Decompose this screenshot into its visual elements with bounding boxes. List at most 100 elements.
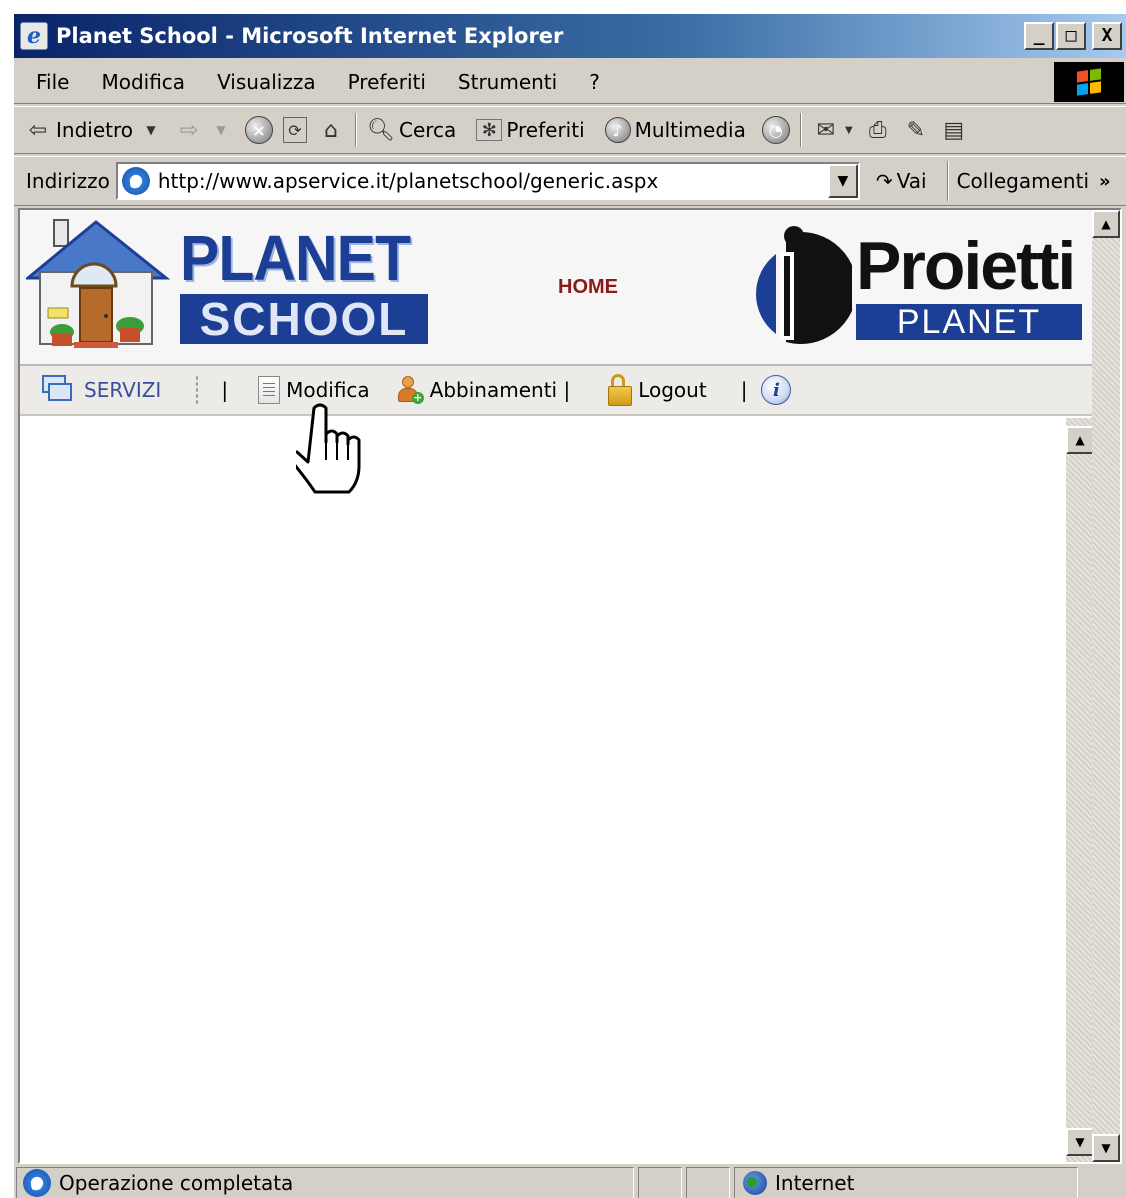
- browser-window: e Planet School - Microsoft Internet Exp…: [12, 12, 1126, 1198]
- logout-link[interactable]: Logout: [608, 374, 707, 406]
- forward-button[interactable]: ⇨ ▼: [175, 116, 235, 144]
- planet-school-logo: PLANET SCHOOL: [180, 226, 440, 346]
- triangle-down-icon: ▼: [1101, 1141, 1111, 1155]
- logo-planet-text: PLANET: [180, 222, 411, 294]
- toolbar-separator: [946, 161, 949, 201]
- refresh-button[interactable]: ⟳: [283, 117, 307, 143]
- abbinamenti-label: Abbinamenti |: [429, 378, 571, 402]
- logout-label: Logout: [638, 378, 707, 402]
- abbinamenti-link[interactable]: + Abbinamenti |: [396, 376, 571, 404]
- proietti-planet-logo: Proietti PLANET: [736, 224, 1086, 348]
- print-button[interactable]: ⎙: [864, 116, 892, 144]
- info-icon[interactable]: i: [761, 375, 792, 405]
- site-header: PLANET SCHOOL HOME Proietti PLANET: [20, 210, 1094, 366]
- address-input[interactable]: e http://www.apservice.it/planetschool/g…: [115, 162, 860, 200]
- triangle-up-icon: ▲: [1101, 217, 1111, 231]
- proietti-emblem-icon: [756, 226, 852, 344]
- triangle-down-icon: ▼: [1075, 1135, 1085, 1149]
- address-label: Indirizzo: [26, 169, 110, 193]
- minimize-button[interactable]: _: [1024, 22, 1054, 50]
- logo-school-box: SCHOOL: [180, 294, 428, 344]
- edit-icon: ✎: [906, 117, 926, 143]
- servizi-label: SERVIZI: [84, 378, 162, 402]
- page-scrollbar[interactable]: ▲ ▼: [1092, 210, 1120, 1162]
- go-button[interactable]: ↷ Vai: [876, 169, 927, 193]
- address-url[interactable]: http://www.apservice.it/planetschool/gen…: [158, 169, 658, 193]
- favorites-button[interactable]: ✻ Preferiti: [476, 118, 585, 142]
- favorites-label: Preferiti: [506, 118, 585, 142]
- page-viewport: PLANET SCHOOL HOME Proietti PLANET SERVI…: [18, 208, 1122, 1164]
- nav-separator: |: [740, 378, 748, 402]
- status-pane: [686, 1167, 730, 1198]
- standard-toolbar: ⇦ Indietro ▼ ⇨ ▼ × ⟳ ⌂ 🔍︎ Cerca ✻ Prefer…: [14, 106, 1126, 154]
- search-icon: 🔍︎: [367, 117, 395, 143]
- back-label: Indietro: [56, 118, 133, 142]
- mail-button[interactable]: ✉ ▼: [812, 116, 854, 144]
- edit-button[interactable]: ✎: [902, 116, 930, 144]
- home-button[interactable]: ⌂: [317, 116, 345, 144]
- add-user-icon: +: [396, 376, 424, 404]
- site-nav-bar: SERVIZI | Modifica + Abbinamenti | Logou…: [20, 366, 1094, 416]
- stop-button[interactable]: ×: [245, 116, 273, 144]
- home-icon: ⌂: [324, 117, 338, 143]
- security-zone-pane: Internet: [734, 1167, 1078, 1198]
- scroll-down-button[interactable]: ▼: [1066, 1128, 1094, 1156]
- windows-stack-icon: [42, 375, 74, 405]
- logo-proietti-text: Proietti: [856, 228, 1076, 304]
- scroll-up-button[interactable]: ▲: [1092, 210, 1120, 238]
- web-page: PLANET SCHOOL HOME Proietti PLANET SERVI…: [20, 210, 1094, 1162]
- status-pane: [638, 1167, 682, 1198]
- close-button[interactable]: X: [1092, 22, 1122, 50]
- ie-app-icon: e: [20, 22, 48, 50]
- search-label: Cerca: [399, 118, 457, 142]
- modifica-link[interactable]: Modifica: [258, 376, 370, 404]
- history-button[interactable]: ◔: [761, 116, 790, 144]
- ie-page-icon: e: [23, 1169, 51, 1197]
- chevron-down-icon[interactable]: ▼: [137, 116, 165, 144]
- back-button[interactable]: ⇦ Indietro ▼: [24, 116, 165, 144]
- window-title: Planet School - Microsoft Internet Explo…: [56, 24, 564, 48]
- content-scrollbar[interactable]: ▲ ▼: [1066, 418, 1094, 1162]
- menu-visualizza[interactable]: Visualizza: [217, 70, 316, 94]
- status-text: Operazione completata: [59, 1171, 294, 1195]
- refresh-icon: ⟳: [283, 117, 307, 143]
- back-arrow-icon: ⇦: [28, 117, 48, 143]
- address-dropdown-button[interactable]: ▼: [827, 164, 858, 198]
- status-bar: e Operazione completata Internet: [14, 1166, 1126, 1198]
- menu-bar: File Modifica Visualizza Preferiti Strum…: [14, 60, 1126, 104]
- chevron-down-icon: ▼: [216, 123, 226, 137]
- scroll-up-button[interactable]: ▲: [1066, 426, 1094, 454]
- discuss-button[interactable]: ▤: [940, 116, 968, 144]
- window-controls: _ □ X: [1024, 22, 1122, 50]
- chevron-down-icon: ▼: [844, 124, 853, 136]
- menu-preferiti[interactable]: Preferiti: [348, 70, 426, 94]
- toolbar-separator: [355, 113, 357, 147]
- menu-file[interactable]: File: [36, 70, 69, 94]
- document-icon: [258, 376, 281, 404]
- media-button[interactable]: ♪ Multimedia: [604, 117, 746, 143]
- ie-page-icon: e: [121, 167, 150, 195]
- content-frame: ▲ ▼: [20, 418, 1094, 1162]
- links-toolbar[interactable]: Collegamenti: [957, 169, 1089, 193]
- history-icon: ◔: [761, 116, 790, 144]
- hand-cursor-icon: [296, 403, 361, 494]
- search-button[interactable]: 🔍︎ Cerca: [367, 116, 456, 144]
- maximize-button[interactable]: □: [1056, 22, 1086, 50]
- scroll-down-button[interactable]: ▼: [1092, 1134, 1120, 1162]
- menu-strumenti[interactable]: Strumenti: [458, 70, 557, 94]
- home-link[interactable]: HOME: [558, 276, 618, 299]
- chevron-down-icon: ▼: [837, 173, 849, 189]
- logo-school-text: SCHOOL: [199, 293, 409, 345]
- favorites-icon: ✻: [476, 119, 503, 141]
- menu-help[interactable]: ?: [589, 70, 600, 94]
- globe-icon: [743, 1171, 767, 1195]
- media-label: Multimedia: [634, 118, 746, 142]
- modifica-label: Modifica: [286, 378, 370, 402]
- triangle-up-icon: ▲: [1075, 433, 1085, 447]
- toolbar-grip: [195, 375, 200, 405]
- servizi-menu[interactable]: SERVIZI: [42, 375, 161, 405]
- windows-flag-icon: [1077, 68, 1101, 96]
- links-more-icon[interactable]: »: [1099, 171, 1111, 192]
- logo-proietti-planet-bar: PLANET: [856, 303, 1082, 341]
- menu-modifica[interactable]: Modifica: [101, 70, 185, 94]
